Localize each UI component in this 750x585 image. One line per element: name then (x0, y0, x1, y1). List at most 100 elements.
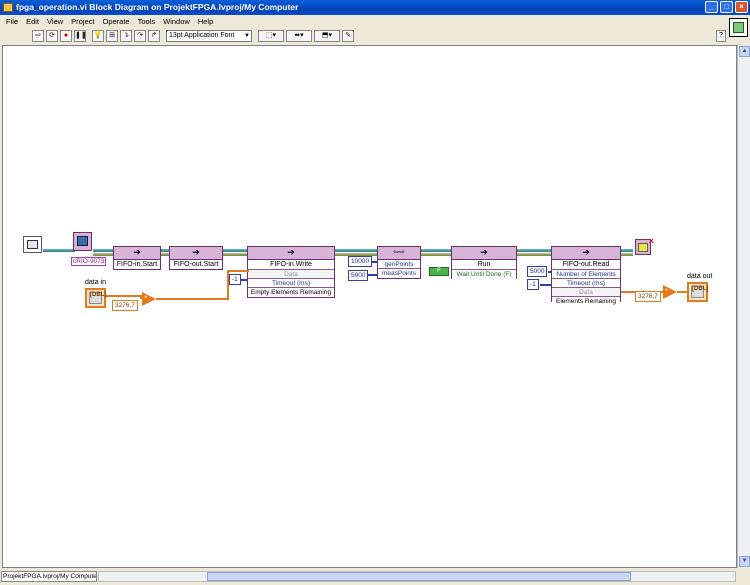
read-timeout-constant[interactable]: -1 (527, 279, 539, 290)
fifo-in-write-node[interactable]: ➔ FIFO-in.Write Data Timeout (ms) Empty … (247, 246, 335, 298)
fifo-out-start-node[interactable]: ➔ FIFO-out.Start (169, 246, 223, 270)
int-wire[interactable] (372, 261, 378, 263)
distribute-objects-button[interactable]: ⬌▾ (286, 30, 312, 42)
fpga-resource-constant[interactable] (23, 236, 42, 253)
menu-project[interactable]: Project (67, 15, 98, 28)
window-title: fpga_operation.vi Block Diagram on Proje… (16, 2, 299, 12)
run-arrow-button[interactable]: ⇨ (32, 30, 44, 42)
horizontal-scrollbar[interactable] (98, 571, 736, 582)
int-wire[interactable] (240, 279, 248, 281)
data-out-terminal[interactable]: [DBL] (687, 282, 708, 302)
status-bar: ProjektFPGA.lvproj/My Computer (0, 569, 750, 585)
fpga-property-node[interactable]: ⇦⇨ genPoints measPoints (377, 246, 421, 279)
run-method-node[interactable]: ➔ Run Wait Until Done (F) (451, 246, 517, 279)
reference-wire[interactable] (43, 249, 75, 252)
step-out-button[interactable]: ↱ (148, 30, 160, 42)
param-elements-remaining[interactable]: Elements Remaining (552, 297, 620, 306)
labview-block-diagram-window: fpga_operation.vi Block Diagram on Proje… (0, 0, 750, 585)
menu-window[interactable]: Window (159, 15, 194, 28)
project-path: ProjektFPGA.lvproj/My Computer (1, 571, 97, 582)
int-wire[interactable] (368, 274, 378, 276)
numeric-wire[interactable] (227, 270, 229, 300)
clean-up-diagram-button[interactable]: ✎ (342, 30, 354, 42)
invoke-node-label: FIFO-in.Start (116, 261, 158, 268)
numeric-wire[interactable] (677, 291, 687, 293)
maximize-button[interactable]: □ (720, 1, 733, 13)
param-timeout[interactable]: Timeout (ms) (248, 279, 334, 288)
close-button[interactable]: × (735, 1, 748, 13)
step-over-button[interactable]: ↷ (134, 30, 146, 42)
gen-points-constant[interactable]: 10000 (348, 256, 373, 267)
retain-wire-values-button[interactable]: ⊞ (106, 30, 118, 42)
numeric-wire[interactable] (106, 295, 142, 297)
numeric-wire[interactable] (156, 298, 228, 300)
scroll-down-icon[interactable]: ▼ (739, 556, 750, 567)
invoke-node-arrow-icon: ➔ (452, 247, 516, 260)
menu-help[interactable]: Help (194, 15, 217, 28)
divide-glyph: ÷ (665, 288, 669, 294)
chevron-down-icon: ▼ (244, 33, 250, 39)
vi-icon[interactable] (729, 18, 748, 37)
param-number-of-elements[interactable]: Number of Elements (552, 270, 620, 279)
vertical-scrollbar[interactable]: ▲ ▼ (737, 45, 750, 568)
fifo-out-read-node[interactable]: ➔ FIFO-out.Read Number of Elements Timeo… (551, 246, 621, 306)
menu-tools[interactable]: Tools (134, 15, 160, 28)
reorder-button[interactable]: ⬒▾ (314, 30, 340, 42)
meas-points-constant[interactable]: 5000 (348, 270, 369, 281)
property-node-icon: ⇦⇨ (378, 247, 420, 260)
menu-file[interactable]: File (2, 15, 22, 28)
param-empty-elements-remaining[interactable]: Empty Elements Remaining (248, 288, 334, 297)
fpga-vi-icon (77, 236, 88, 246)
font-select[interactable]: 13pt Application Font ▼ (166, 30, 252, 42)
write-timeout-constant[interactable]: -1 (229, 274, 241, 285)
int-wire[interactable] (540, 284, 552, 286)
menu-operate[interactable]: Operate (99, 15, 134, 28)
title-bar: fpga_operation.vi Block Diagram on Proje… (0, 0, 750, 15)
font-select-value: 13pt Application Font (169, 32, 235, 39)
param-data[interactable]: Data (248, 270, 334, 279)
fifo-in-start-node[interactable]: ➔ FIFO-in.Start (113, 246, 161, 270)
toolbar: ⇨ ⟳ ● ❚❚ 💡 ⊞ ↴ ↷ ↱ 13pt Application Font… (0, 28, 728, 44)
dbl-tag: [DBL] (90, 292, 107, 298)
int-wire[interactable] (548, 271, 552, 273)
scroll-thumb[interactable] (207, 572, 631, 581)
prop-meas-points[interactable]: measPoints (378, 269, 420, 278)
menu-edit[interactable]: Edit (22, 15, 43, 28)
resource-icon (27, 240, 38, 249)
invoke-node-arrow-icon: ➔ (552, 247, 620, 260)
step-into-button[interactable]: ↴ (120, 30, 132, 42)
context-help-button[interactable]: ? (716, 30, 726, 42)
minimize-button[interactable]: _ (705, 1, 718, 13)
close-reference-node[interactable]: × (635, 236, 654, 255)
numeric-wire[interactable] (227, 270, 249, 272)
divide-node[interactable]: ÷ (663, 285, 677, 299)
highlight-execution-button[interactable]: 💡 (92, 30, 104, 42)
block-diagram-canvas[interactable]: cRIO-9073 ➔ FIFO-in.Start ➔ FIFO-out.Sta… (2, 45, 737, 568)
multiply-glyph: × (144, 295, 148, 301)
align-objects-button[interactable]: ⬚▾ (258, 30, 284, 42)
resource-label: cRIO-9073 (71, 257, 107, 266)
menu-view[interactable]: View (43, 15, 67, 28)
labview-app-icon (3, 3, 13, 12)
invoke-node-label: FIFO-out.Read (552, 260, 620, 270)
open-fpga-vi-reference[interactable] (73, 232, 92, 251)
pause-button[interactable]: ❚❚ (74, 30, 87, 42)
prop-gen-points[interactable]: genPoints (378, 260, 420, 269)
close-x-icon: × (648, 236, 654, 246)
param-data[interactable]: Data (552, 288, 620, 297)
multiply-node[interactable]: × (142, 292, 156, 306)
run-continuously-button[interactable]: ⟳ (46, 30, 58, 42)
param-wait-until-done[interactable]: Wait Until Done (F) (452, 270, 516, 279)
invoke-node-arrow-icon: ➔ (114, 247, 160, 260)
number-of-elements-constant[interactable]: 5000 (527, 266, 548, 277)
data-out-label: data out (687, 273, 713, 280)
vi-icon-graphic (733, 22, 744, 33)
data-in-terminal[interactable]: [DBL] (85, 288, 106, 308)
scale-in-constant[interactable]: 3276,7 (112, 300, 138, 311)
scale-out-constant[interactable]: 3276,7 (635, 291, 661, 302)
wait-until-done-false-constant[interactable]: F (429, 267, 449, 276)
scroll-up-icon[interactable]: ▲ (739, 46, 750, 57)
abort-button[interactable]: ● (60, 30, 72, 42)
window-controls: _ □ × (705, 1, 748, 13)
param-timeout[interactable]: Timeout (ms) (552, 279, 620, 288)
